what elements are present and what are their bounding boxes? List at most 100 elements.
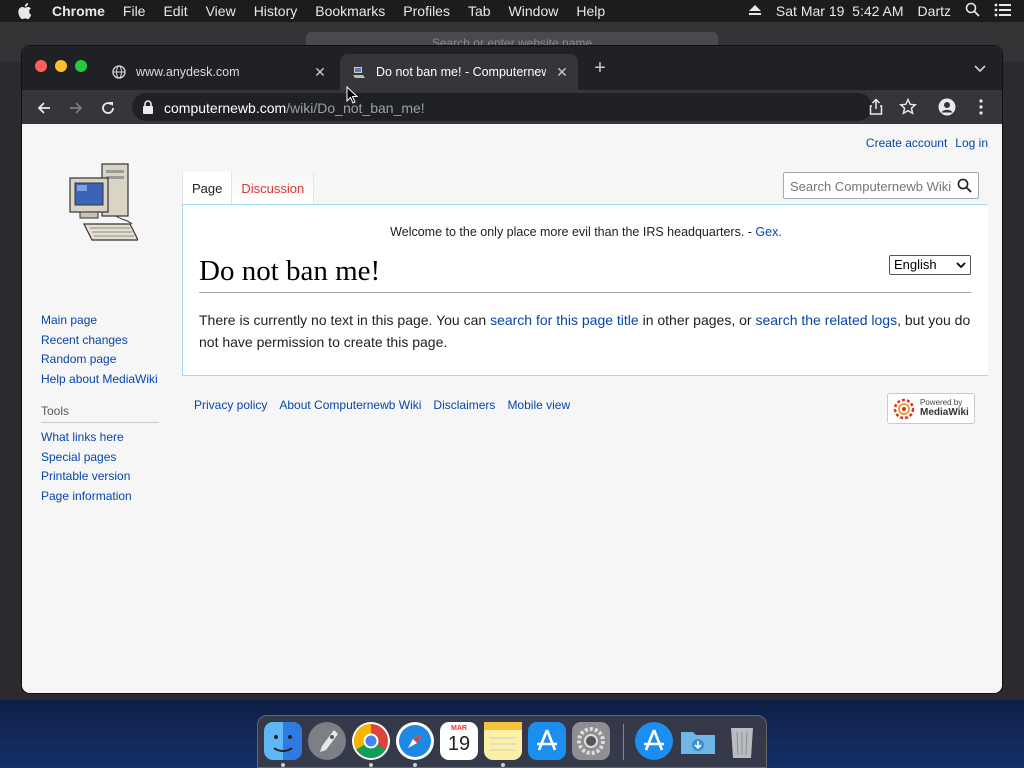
body-text-2: in other pages, or <box>638 312 756 328</box>
computer-logo-icon[interactable] <box>66 162 138 246</box>
close-window-button[interactable] <box>35 60 47 72</box>
chevron-down-icon <box>956 262 966 269</box>
create-account-link[interactable]: Create account <box>866 136 947 150</box>
browser-window: www.anydesk.com ✕ Do not ban me! - Compu… <box>22 46 1002 693</box>
tab-wiki-active[interactable]: Do not ban me! - Computernewb Wiki ✕ <box>340 54 578 90</box>
sidebar-item-what-links-here[interactable]: What links here <box>41 428 132 448</box>
spotlight-search-icon[interactable] <box>965 2 980 20</box>
search-icon[interactable] <box>957 178 972 193</box>
language-selected: English <box>894 257 937 272</box>
close-tab-icon[interactable]: ✕ <box>312 64 328 80</box>
sidebar-item-recent-changes[interactable]: Recent changes <box>41 331 158 351</box>
launchpad-icon[interactable] <box>308 722 346 760</box>
menu-window[interactable]: Window <box>509 3 559 19</box>
sidebar-item-page-information[interactable]: Page information <box>41 487 132 507</box>
tab-strip: www.anydesk.com ✕ Do not ban me! - Compu… <box>22 46 1002 90</box>
chrome-icon[interactable] <box>352 722 390 760</box>
chevron-down-icon[interactable] <box>972 60 988 76</box>
mediawiki-text: MediaWiki <box>920 407 969 418</box>
control-center-icon[interactable] <box>994 3 1012 20</box>
menu-edit[interactable]: Edit <box>163 3 187 19</box>
downloads-folder-icon[interactable] <box>679 722 717 760</box>
body-text-1: There is currently no text in this page.… <box>199 312 491 328</box>
globe-icon <box>112 65 126 79</box>
footer-mobile-view[interactable]: Mobile view <box>507 398 570 412</box>
wiki-page: Create account Log in Main page Recent c… <box>22 124 1002 693</box>
reload-icon[interactable] <box>99 99 117 117</box>
sidebar-item-main-page[interactable]: Main page <box>41 311 158 331</box>
mediawiki-flower-icon <box>893 398 915 420</box>
menu-help[interactable]: Help <box>576 3 605 19</box>
url-text: computernewb.com/wiki/Do_not_ban_me! <box>164 100 425 116</box>
personal-tools: Create account Log in <box>866 136 988 150</box>
tab-title: Do not ban me! - Computernewb Wiki <box>376 65 546 79</box>
more-menu-icon[interactable] <box>972 98 990 116</box>
sidebar-navigation: Main page Recent changes Random page Hel… <box>41 311 158 389</box>
search-placeholder: Search Computernewb Wiki <box>790 179 952 194</box>
powered-by-text: Powered by <box>920 398 963 407</box>
app-store-2-icon[interactable] <box>635 722 673 760</box>
calendar-icon[interactable]: MAR 19 <box>440 722 478 760</box>
sidebar-item-special-pages[interactable]: Special pages <box>41 448 132 468</box>
share-icon[interactable] <box>867 98 885 116</box>
menu-file[interactable]: File <box>123 3 146 19</box>
close-tab-icon[interactable]: ✕ <box>554 64 570 80</box>
wiki-favicon-icon <box>353 67 365 78</box>
gex-link[interactable]: Gex. <box>755 225 781 239</box>
apple-icon[interactable] <box>18 3 36 19</box>
menu-history[interactable]: History <box>254 3 298 19</box>
footer-privacy-policy[interactable]: Privacy policy <box>194 398 267 412</box>
tab-title: www.anydesk.com <box>136 65 240 79</box>
menu-clock[interactable]: Sat Mar 19 5:42 AM <box>776 3 904 19</box>
maximize-window-button[interactable] <box>75 60 87 72</box>
menu-tab[interactable]: Tab <box>468 3 491 19</box>
url-domain: computernewb.com <box>164 100 287 116</box>
tab-anydesk[interactable]: www.anydesk.com ✕ <box>100 54 336 90</box>
menu-view[interactable]: View <box>206 3 236 19</box>
language-select[interactable]: English <box>889 255 971 275</box>
main-content: Welcome to the only place more evil than… <box>182 204 988 376</box>
menu-bookmarks[interactable]: Bookmarks <box>315 3 385 19</box>
menu-app-name[interactable]: Chrome <box>52 3 105 19</box>
lock-icon[interactable] <box>142 100 154 114</box>
search-related-logs-link[interactable]: search the related logs <box>755 312 897 328</box>
sidebar-item-printable-version[interactable]: Printable version <box>41 467 132 487</box>
back-arrow-icon[interactable] <box>35 99 53 117</box>
search-page-title-link[interactable]: search for this page title <box>490 312 639 328</box>
browser-toolbar: computernewb.com/wiki/Do_not_ban_me! <box>22 90 1002 124</box>
notes-icon[interactable] <box>484 722 522 760</box>
site-notice-text: Welcome to the only place more evil than… <box>390 225 756 239</box>
new-tab-button[interactable]: + <box>590 58 610 78</box>
tools-heading: Tools <box>41 404 159 423</box>
sidebar-item-random-page[interactable]: Random page <box>41 350 158 370</box>
address-bar[interactable]: computernewb.com/wiki/Do_not_ban_me! <box>132 93 872 121</box>
bookmark-star-icon[interactable] <box>899 98 917 116</box>
page-body: There is currently no text in this page.… <box>199 309 975 353</box>
menu-user[interactable]: Dartz <box>918 3 951 19</box>
tab-discussion[interactable]: Discussion <box>232 172 315 204</box>
search-input[interactable]: Search Computernewb Wiki <box>783 172 979 199</box>
site-notice: Welcome to the only place more evil than… <box>183 225 989 239</box>
menu-profiles[interactable]: Profiles <box>403 3 450 19</box>
trash-icon[interactable] <box>723 722 761 760</box>
footer-disclaimers[interactable]: Disclaimers <box>433 398 495 412</box>
eject-icon[interactable] <box>748 3 762 19</box>
tab-page[interactable]: Page <box>182 172 233 204</box>
minimize-window-button[interactable] <box>55 60 67 72</box>
namespace-tabs: Page Discussion <box>182 172 315 204</box>
log-in-link[interactable]: Log in <box>955 136 988 150</box>
dock: MAR 19 <box>257 715 767 768</box>
sidebar-item-help[interactable]: Help about MediaWiki <box>41 370 158 390</box>
footer-about[interactable]: About Computernewb Wiki <box>279 398 421 412</box>
forward-arrow-icon[interactable] <box>67 99 85 117</box>
finder-icon[interactable] <box>264 722 302 760</box>
system-preferences-icon[interactable] <box>572 722 610 760</box>
safari-icon[interactable] <box>396 722 434 760</box>
dock-separator <box>623 724 624 760</box>
profile-avatar-icon[interactable] <box>938 98 956 116</box>
mouse-cursor-icon <box>346 86 358 104</box>
calendar-month: MAR <box>451 725 467 732</box>
app-store-icon[interactable] <box>528 722 566 760</box>
powered-by-mediawiki-badge[interactable]: Powered by MediaWiki <box>887 393 975 424</box>
page-title: Do not ban me! <box>199 255 971 293</box>
